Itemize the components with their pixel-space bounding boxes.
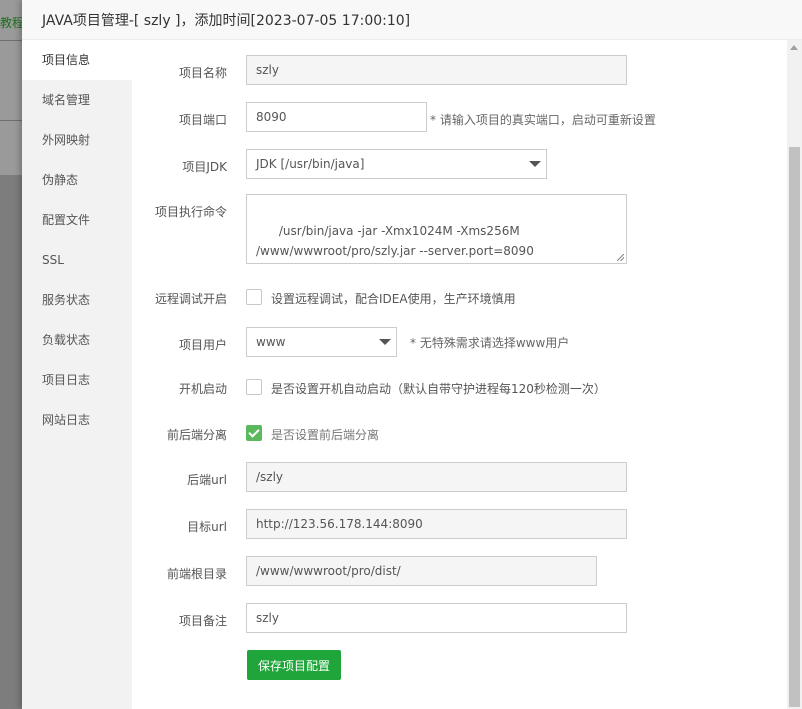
project-port-hint: * 请输入项目的真实端口，启动可重新设置 — [430, 113, 656, 127]
project-port-input[interactable]: 8090 — [246, 102, 427, 132]
backdrop-page: 教程 — [0, 0, 22, 709]
project-name-input[interactable]: szly — [246, 55, 627, 85]
backdrop-divider — [0, 120, 22, 121]
remote-debug-text: 设置远程调试，配合IDEA使用，生产环境慎用 — [271, 292, 516, 306]
backend-url-input[interactable]: /szly — [246, 462, 627, 492]
tab-external-mapping[interactable]: 外网映射 — [22, 120, 132, 160]
resize-grip-icon[interactable] — [617, 254, 624, 261]
remark-input[interactable]: szly — [246, 603, 627, 633]
separation-checkbox[interactable] — [246, 425, 262, 441]
backdrop-divider — [0, 40, 22, 41]
tab-rewrite[interactable]: 伪静态 — [22, 160, 132, 200]
auto-start-checkbox[interactable] — [246, 379, 262, 395]
project-jdk-select[interactable]: JDK [/usr/bin/java] — [246, 149, 547, 179]
project-name-label: 项目名称 — [178, 66, 227, 80]
frontend-root-input[interactable]: /www/wwwroot/pro/dist/ — [246, 556, 597, 586]
tab-ssl[interactable]: SSL — [22, 240, 132, 280]
sidebar: 项目信息 域名管理 外网映射 伪静态 配置文件 SSL 服务状态 负载状态 项目… — [22, 40, 132, 709]
tab-service-status[interactable]: 服务状态 — [22, 280, 132, 320]
tab-domain-management[interactable]: 域名管理 — [22, 80, 132, 120]
project-jdk-value: JDK [/usr/bin/java] — [256, 157, 365, 171]
tab-site-log[interactable]: 网站日志 — [22, 400, 132, 440]
checkmark-icon — [248, 426, 260, 438]
auto-start-text: 是否设置开机自动启动（默认自带守护进程每120秒检测一次） — [271, 382, 606, 396]
project-port-label: 项目端口 — [178, 113, 227, 127]
modal-title: JAVA项目管理-[ szly ]，添加时间[2023-07-05 17:00:… — [42, 13, 411, 29]
project-jdk-label: 项目JDK — [182, 160, 227, 174]
tab-config-file[interactable]: 配置文件 — [22, 200, 132, 240]
project-user-label: 项目用户 — [178, 338, 227, 352]
frontend-root-label: 前端根目录 — [166, 567, 227, 581]
remark-label: 项目备注 — [178, 614, 227, 628]
remote-debug-label: 远程调试开启 — [154, 292, 227, 306]
backdrop-tutorial-link: 教程 — [0, 16, 22, 30]
java-project-modal: JAVA项目管理-[ szly ]，添加时间[2023-07-05 17:00:… — [22, 0, 802, 709]
backend-url-label: 后端url — [187, 473, 227, 487]
remote-debug-checkbox[interactable] — [246, 289, 262, 305]
target-url-input[interactable]: http://123.56.178.144:8090 — [246, 509, 627, 539]
exec-command-label: 项目执行命令 — [154, 205, 227, 219]
save-project-config-button[interactable]: 保存项目配置 — [247, 650, 341, 680]
chevron-down-icon — [529, 161, 541, 167]
tab-load-status[interactable]: 负载状态 — [22, 320, 132, 360]
modal-header: JAVA项目管理-[ szly ]，添加时间[2023-07-05 17:00:… — [22, 0, 802, 40]
target-url-label: 目标url — [187, 520, 227, 534]
tab-project-info[interactable]: 项目信息 — [22, 40, 132, 80]
tab-project-log[interactable]: 项目日志 — [22, 360, 132, 400]
project-user-hint: * 无特殊需求请选择www用户 — [410, 336, 570, 350]
scroll-up-arrow-icon[interactable] — [790, 45, 798, 50]
separation-label: 前后端分离 — [166, 428, 227, 442]
chevron-down-icon — [379, 339, 391, 345]
exec-command-textarea[interactable]: /usr/bin/java -jar -Xmx1024M -Xms256M /w… — [246, 194, 627, 264]
exec-command-value: /usr/bin/java -jar -Xmx1024M -Xms256M /w… — [256, 224, 534, 258]
scrollbar[interactable] — [787, 40, 802, 709]
auto-start-label: 开机启动 — [178, 382, 227, 396]
separation-text: 是否设置前后端分离 — [271, 428, 380, 442]
project-user-value: www — [256, 335, 286, 349]
project-user-select[interactable]: www — [246, 327, 397, 357]
scrollbar-thumb[interactable] — [789, 147, 800, 707]
